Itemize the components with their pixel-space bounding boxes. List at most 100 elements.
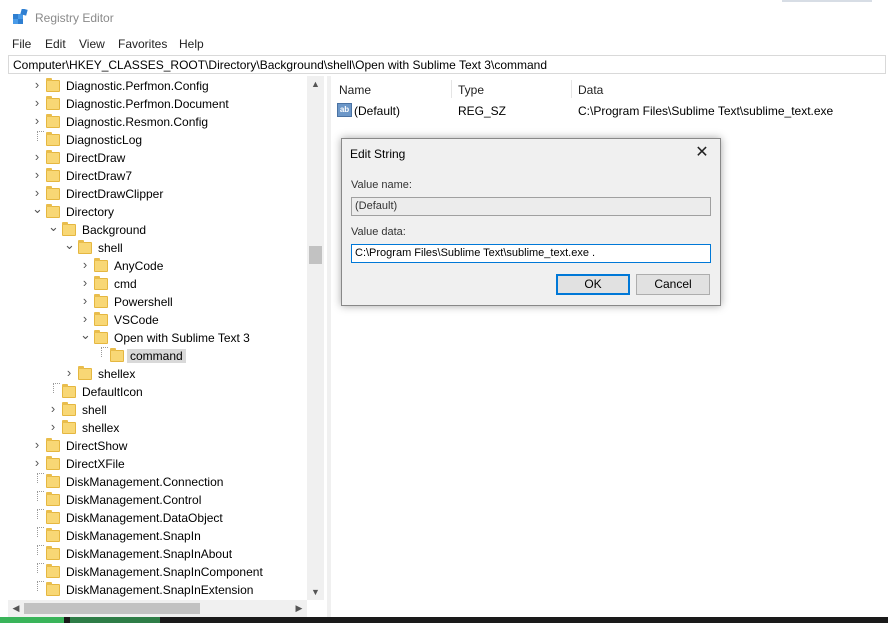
chevron-right-icon[interactable]: › (64, 366, 74, 379)
background-strip (768, 0, 888, 6)
registry-editor-app-icon (13, 9, 28, 24)
tree-item[interactable]: › DirectShow (8, 437, 308, 455)
tree-item-label: Open with Sublime Text 3 (114, 331, 250, 345)
tree-item[interactable]: › Diagnostic.Resmon.Config (8, 113, 308, 131)
folder-icon (46, 510, 60, 524)
tree-item-label: DiagnosticLog (66, 133, 143, 147)
registry-editor-window: Registry Editor File Edit View Favorites… (0, 0, 888, 617)
tree-item-label: Diagnostic.Perfmon.Config (66, 79, 209, 93)
menu-file[interactable]: File (12, 37, 31, 51)
tree-item-label: Powershell (114, 295, 173, 309)
tree-item-label: command (127, 349, 186, 363)
tree-item[interactable]: › Powershell (8, 293, 308, 311)
chevron-right-icon[interactable]: › (80, 294, 90, 307)
tree-item[interactable]: › DirectDraw7 (8, 167, 308, 185)
address-bar[interactable]: Computer\HKEY_CLASSES_ROOT\Directory\Bac… (8, 55, 886, 74)
tree-item-label: DiskManagement.Connection (66, 475, 224, 489)
tree-item-label: VSCode (114, 313, 159, 327)
folder-icon (46, 438, 60, 452)
tree-item[interactable]: DiskManagement.SnapIn (8, 527, 308, 545)
tree-item-label: cmd (114, 277, 137, 291)
tree-item[interactable]: › cmd (8, 275, 308, 293)
scroll-left-icon[interactable]: ◀ (8, 600, 24, 617)
tree-item[interactable]: DiskManagement.Connection (8, 473, 308, 491)
folder-icon (94, 258, 108, 272)
column-divider[interactable] (451, 80, 452, 98)
cancel-button[interactable]: Cancel (636, 274, 710, 295)
tree-item[interactable]: › shell (8, 401, 308, 419)
menu-help[interactable]: Help (179, 37, 204, 51)
tree-item[interactable]: DiskManagement.SnapInComponent (8, 563, 308, 581)
menu-view[interactable]: View (79, 37, 105, 51)
folder-icon (46, 204, 60, 218)
scroll-thumb[interactable] (309, 246, 322, 264)
scroll-right-icon[interactable]: ▶ (291, 600, 307, 617)
string-value-icon: ab (337, 103, 352, 117)
tree-item[interactable]: ⌄ Open with Sublime Text 3 (8, 328, 308, 347)
tree-item[interactable]: › VSCode (8, 311, 308, 329)
column-header-name[interactable]: Name (339, 83, 371, 97)
tree-item[interactable]: command (8, 347, 308, 365)
tree-item-label: Background (82, 223, 147, 237)
tree-item-label: shell (98, 241, 123, 255)
ok-button[interactable]: OK (556, 274, 630, 295)
chevron-right-icon[interactable]: › (48, 420, 58, 433)
chevron-down-icon[interactable]: ⌄ (64, 238, 75, 253)
tree-item[interactable]: DiskManagement.Control (8, 491, 308, 509)
tree-vertical-scrollbar[interactable]: ▲ ▼ (307, 76, 324, 600)
chevron-down-icon[interactable]: ⌄ (32, 202, 43, 217)
scroll-thumb-horizontal[interactable] (24, 603, 200, 614)
value-name-label: Value name: (351, 179, 412, 191)
column-divider[interactable] (571, 80, 572, 98)
chevron-right-icon[interactable]: › (32, 114, 42, 127)
tree-item[interactable]: DiskManagement.DataObject (8, 509, 308, 527)
tree-item[interactable]: DiagnosticLog (8, 131, 308, 149)
chevron-right-icon[interactable]: › (48, 402, 58, 415)
menu-edit[interactable]: Edit (45, 37, 66, 51)
menu-favorites[interactable]: Favorites (118, 37, 167, 51)
column-header-data[interactable]: Data (578, 83, 603, 97)
scroll-down-icon[interactable]: ▼ (307, 584, 324, 600)
title-bar[interactable]: Registry Editor (0, 0, 888, 34)
tree-horizontal-scrollbar[interactable]: ◀ ▶ (8, 600, 307, 617)
folder-icon (46, 546, 60, 560)
chevron-right-icon[interactable]: › (32, 168, 42, 181)
tree-item[interactable]: DiskManagement.SnapInAbout (8, 545, 308, 563)
chevron-right-icon[interactable]: › (80, 276, 90, 289)
value-data-label: Value data: (351, 226, 406, 238)
chevron-right-icon[interactable]: › (32, 186, 42, 199)
tree-item[interactable]: ⌄ shell (8, 238, 308, 257)
value-data-input[interactable]: C:\Program Files\Sublime Text\sublime_te… (351, 244, 711, 263)
chevron-down-icon[interactable]: ⌄ (48, 220, 59, 235)
scroll-up-icon[interactable]: ▲ (307, 76, 324, 92)
tree-item[interactable]: › DirectDrawClipper (8, 185, 308, 203)
folder-icon (62, 402, 76, 416)
chevron-right-icon[interactable]: › (32, 438, 42, 451)
tree-item[interactable]: › Diagnostic.Perfmon.Config (8, 77, 308, 95)
value-row-default[interactable]: ab (Default) REG_SZ C:\Program Files\Sub… (331, 102, 888, 120)
value-type: REG_SZ (458, 104, 507, 118)
tree-item[interactable]: › DirectXFile (8, 455, 308, 473)
folder-icon (46, 492, 60, 506)
folder-icon (46, 114, 60, 128)
tree-item[interactable]: › DirectDraw (8, 149, 308, 167)
column-header-type[interactable]: Type (458, 83, 484, 97)
chevron-right-icon[interactable]: › (80, 258, 90, 271)
tree-item[interactable]: DiskManagement.SnapInExtension (8, 581, 308, 599)
tree-item[interactable]: › shellex (8, 419, 308, 437)
chevron-right-icon[interactable]: › (32, 78, 42, 91)
tree-connector (37, 581, 44, 591)
chevron-right-icon[interactable]: › (32, 96, 42, 109)
tree-item[interactable]: DefaultIcon (8, 383, 308, 401)
close-icon[interactable]: ✕ (692, 143, 712, 163)
dialog-title: Edit String (350, 147, 406, 161)
chevron-right-icon[interactable]: › (32, 150, 42, 163)
chevron-down-icon[interactable]: ⌄ (80, 328, 91, 343)
tree-item[interactable]: › shellex (8, 365, 308, 383)
chevron-right-icon[interactable]: › (32, 456, 42, 469)
tree-connector (37, 563, 44, 573)
tree-item[interactable]: ⌄ Background (8, 220, 308, 239)
tree-item[interactable]: › AnyCode (8, 257, 308, 275)
chevron-right-icon[interactable]: › (80, 312, 90, 325)
tree-item[interactable]: › Diagnostic.Perfmon.Document (8, 95, 308, 113)
